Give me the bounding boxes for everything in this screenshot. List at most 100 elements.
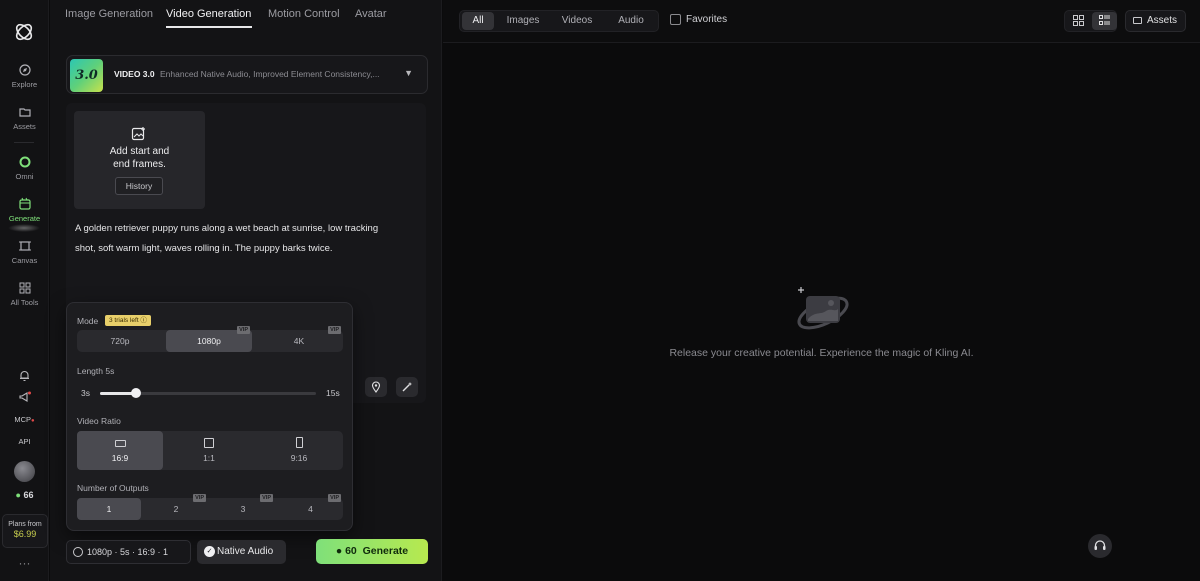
rail-item-all-tools[interactable]: All Tools xyxy=(0,281,49,307)
rail-item-generate[interactable]: Generate xyxy=(0,197,49,223)
view-toggle xyxy=(1064,10,1117,32)
favorites-checkbox[interactable] xyxy=(670,14,681,25)
media-filter-group: All Images Videos Audio xyxy=(459,10,659,32)
rail-item-assets[interactable]: Assets xyxy=(0,105,49,131)
trials-badge: 3 trials left ⓘ xyxy=(105,315,151,326)
frames-upload[interactable]: Add start and end frames. History xyxy=(74,111,205,209)
location-pin-button[interactable] xyxy=(365,377,387,397)
filter-all[interactable]: All xyxy=(462,12,494,30)
frames-label-line: Add start and xyxy=(109,146,170,157)
vip-badge: VIP xyxy=(328,494,341,502)
native-audio-toggle[interactable]: ✓ Native Audio xyxy=(197,540,286,564)
plans-button[interactable]: Plans from $6.99 xyxy=(2,514,48,548)
resolution-option-4k[interactable]: 4K VIP xyxy=(255,326,343,352)
more-menu-button[interactable]: ··· xyxy=(0,556,49,570)
length-slider[interactable] xyxy=(100,388,316,398)
settings-summary-button[interactable]: 1080p · 5s · 16:9 · 1 xyxy=(66,540,191,564)
model-name: VIDEO 3.0 xyxy=(114,69,155,79)
length-max-label: 15s xyxy=(326,388,340,398)
output-option-2[interactable]: 2 VIP xyxy=(144,494,208,520)
assets-label: Assets xyxy=(1147,15,1178,26)
vip-badge: VIP xyxy=(237,326,250,334)
avatar[interactable] xyxy=(14,461,35,482)
omni-ring-icon xyxy=(19,156,30,168)
credit-drop-icon: ● xyxy=(335,545,343,557)
tab-motion-control[interactable]: Motion Control xyxy=(268,8,340,20)
vip-badge: VIP xyxy=(193,494,206,502)
output-option-1[interactable]: 1 xyxy=(77,498,141,520)
favorites-label: Favorites xyxy=(686,14,728,25)
output-option-4[interactable]: 4 VIP xyxy=(278,494,343,520)
filter-videos[interactable]: Videos xyxy=(552,12,602,30)
history-button[interactable]: History xyxy=(115,177,163,195)
output-option-3[interactable]: 3 VIP xyxy=(211,494,275,520)
outputs-label: Number of Outputs xyxy=(77,483,149,493)
ratio-option-label: 1:1 xyxy=(203,453,215,463)
magic-enhance-button[interactable] xyxy=(396,377,418,397)
video-settings-popover: Mode 3 trials left ⓘ 720p 1080p VIP 4K VIP… xyxy=(66,302,353,531)
image-add-icon xyxy=(131,127,145,141)
headset-icon xyxy=(1094,540,1106,550)
credits-value: 66 xyxy=(23,490,34,500)
megaphone-icon[interactable] xyxy=(18,391,32,404)
prompt-text[interactable]: A golden retriever puppy runs along a we… xyxy=(75,219,415,258)
ratio-label: Video Ratio xyxy=(77,416,121,426)
folder-icon xyxy=(18,108,31,117)
canvas-icon xyxy=(18,241,31,251)
chevron-down-icon: ▼ xyxy=(404,68,413,78)
grid-view-button[interactable] xyxy=(1066,12,1091,30)
ratio-selector: 16:9 1:1 9:16 xyxy=(77,431,343,470)
resolution-label: 4K xyxy=(293,336,305,346)
mode-label: Mode xyxy=(77,316,99,326)
length-slider-handle[interactable] xyxy=(131,388,141,398)
credits-count[interactable]: ● 66 xyxy=(0,490,49,500)
mcp-link[interactable]: MCP● xyxy=(0,415,49,424)
compass-icon xyxy=(18,64,31,76)
magic-wand-icon xyxy=(402,382,412,392)
ratio-option-9-16[interactable]: 9:16 xyxy=(255,431,343,470)
kling-logo-icon[interactable] xyxy=(12,20,36,44)
plans-label: Plans from xyxy=(8,521,42,528)
ratio-option-16-9[interactable]: 16:9 xyxy=(77,431,163,470)
outputs-selector: 1 2 VIP 3 VIP 4 VIP xyxy=(77,494,343,520)
rail-item-label: All Tools xyxy=(10,298,39,307)
favorites-filter[interactable]: Favorites xyxy=(670,14,727,25)
rail-item-canvas[interactable]: Canvas xyxy=(0,239,49,265)
empty-gallery-icon xyxy=(797,287,849,330)
list-view-button[interactable] xyxy=(1092,12,1117,30)
generate-cost: 60 xyxy=(345,545,357,557)
support-button[interactable] xyxy=(1088,534,1112,558)
model-selector[interactable]: 3.0 VIDEO 3.0 Enhanced Native Audio, Imp… xyxy=(66,55,428,94)
rail-item-label: Omni xyxy=(15,172,34,181)
output-option-label: 2 xyxy=(173,504,179,514)
api-link[interactable]: API xyxy=(0,437,49,446)
prompt-line: A golden retriever puppy runs along a we… xyxy=(75,223,379,234)
settings-summary-text: 1080p · 5s · 16:9 · 1 xyxy=(87,547,169,557)
rail-item-explore[interactable]: Explore xyxy=(0,63,49,89)
ratio-option-label: 9:16 xyxy=(290,453,308,463)
grid-view-icon xyxy=(1073,15,1084,26)
generate-label: Generate xyxy=(362,545,409,557)
check-circle-icon: ✓ xyxy=(204,546,215,557)
assets-button[interactable]: Assets xyxy=(1125,10,1186,32)
model-description: Enhanced Native Audio, Improved Element … xyxy=(160,69,380,79)
rail-item-omni[interactable]: Omni xyxy=(0,155,49,181)
rail-item-label: Generate xyxy=(8,214,41,223)
portrait-ratio-icon xyxy=(295,437,303,448)
filter-images[interactable]: Images xyxy=(498,12,548,30)
filter-audio[interactable]: Audio xyxy=(606,12,656,30)
folder-icon xyxy=(1133,17,1142,24)
tab-image-generation[interactable]: Image Generation xyxy=(65,8,153,20)
resolution-option-1080p[interactable]: 1080p VIP xyxy=(166,326,252,352)
length-min-label: 3s xyxy=(81,388,90,398)
bell-icon[interactable] xyxy=(18,369,31,382)
tab-video-generation[interactable]: Video Generation xyxy=(166,8,251,20)
generate-button[interactable]: ● 60 Generate xyxy=(316,539,428,564)
vip-badge: VIP xyxy=(260,494,273,502)
resolution-label: 720p xyxy=(110,336,130,346)
resolution-option-720p[interactable]: 720p xyxy=(77,330,163,352)
ratio-option-1-1[interactable]: 1:1 xyxy=(166,431,252,470)
tab-avatar[interactable]: Avatar xyxy=(355,8,387,20)
native-audio-label: Native Audio xyxy=(217,546,274,557)
notification-dot: ● xyxy=(31,418,35,424)
